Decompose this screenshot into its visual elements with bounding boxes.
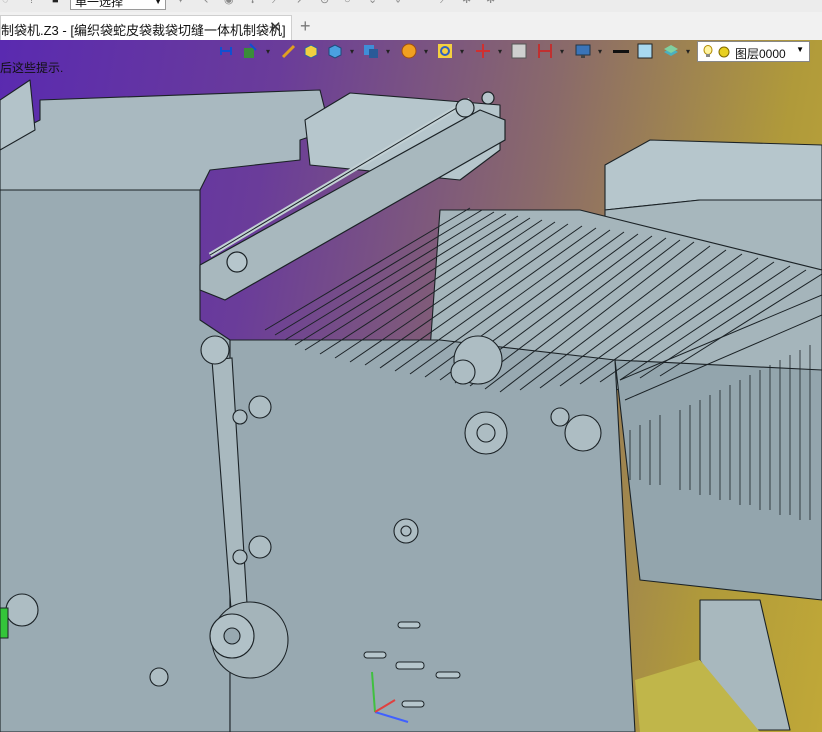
curve-icon[interactable]: ∿ bbox=[392, 0, 404, 6]
close-icon[interactable]: ✕ bbox=[269, 18, 282, 36]
document-tab[interactable]: 制袋机.Z3 - [编织袋蛇皮袋裁袋切缝一体机制袋机] ✕ bbox=[0, 15, 292, 40]
chevron-down-icon: ▾ bbox=[459, 47, 464, 56]
green-marker bbox=[0, 607, 9, 639]
right-lower-frame bbox=[614, 359, 822, 601]
3d-viewport[interactable]: 后这些提示. ▾ ▾ ▾ ▾ ▾ ▾ ▾ ▾ ▾ 图层0000 ▼ bbox=[0, 40, 822, 732]
snap-icon[interactable]: ✢ bbox=[248, 0, 260, 6]
settings-icon[interactable]: ✲ bbox=[462, 0, 474, 6]
new-tab-button[interactable]: + bbox=[300, 16, 311, 37]
left-back-panel bbox=[0, 89, 331, 191]
chevron-down-icon: ▾ bbox=[597, 47, 602, 56]
top-toolbar-strip: ◌ ! ■ 单一选择 ▼ ✦ ↖ ◉ ✢ ⟋ ↗ ⊙ ○ ⌄ ∿ ^ ⟋ ✲ ✲ bbox=[0, 0, 822, 12]
undo-icon[interactable]: ◌ bbox=[2, 0, 14, 6]
chevron-down-icon: ▾ bbox=[423, 47, 428, 56]
pointer-icon[interactable]: ▾ bbox=[242, 42, 270, 62]
frame-icon[interactable] bbox=[510, 42, 532, 62]
fill-color-icon[interactable] bbox=[636, 42, 658, 62]
chevron-down-icon: ▾ bbox=[349, 47, 354, 56]
gear-icon[interactable]: ✲ bbox=[486, 0, 498, 6]
selection-filter-value: 单一选择 bbox=[75, 0, 124, 9]
origin-icon[interactable] bbox=[218, 42, 240, 62]
selection-filter-dropdown[interactable]: 单一选择 ▼ bbox=[70, 0, 166, 10]
main-front-panel bbox=[229, 339, 636, 732]
play-icon[interactable]: ◉ bbox=[224, 0, 236, 6]
pick-icon[interactable]: ↖ bbox=[200, 0, 212, 6]
pen-icon[interactable] bbox=[280, 42, 302, 62]
up-icon[interactable]: ^ bbox=[416, 0, 428, 6]
chevron-down-icon: ▼ bbox=[154, 0, 162, 6]
chevron-down-icon: ▼ bbox=[796, 45, 804, 54]
line-style-icon[interactable] bbox=[612, 42, 634, 62]
shaded-box-icon[interactable] bbox=[302, 42, 324, 62]
left-side-frame bbox=[0, 189, 231, 732]
bulb-icon bbox=[703, 45, 713, 57]
cube-icon[interactable]: ▾ bbox=[326, 42, 354, 62]
down-icon[interactable]: ⌄ bbox=[368, 0, 380, 6]
layer-dropdown[interactable]: 图层0000 ▼ bbox=[697, 41, 810, 62]
views-icon[interactable]: ▾ bbox=[362, 42, 390, 62]
help-icon[interactable]: ! bbox=[30, 0, 42, 6]
layer-name: 图层0000 bbox=[735, 47, 786, 61]
chevron-down-icon: ▾ bbox=[685, 47, 690, 56]
chevron-down-icon: ▾ bbox=[265, 47, 270, 56]
display-icon[interactable]: ▾ bbox=[574, 42, 602, 62]
dimension-icon[interactable]: ▾ bbox=[536, 42, 564, 62]
viewport-hint: 后这些提示. bbox=[0, 61, 64, 75]
line-icon[interactable]: ⟋ bbox=[272, 0, 284, 6]
point-icon[interactable]: ○ bbox=[344, 0, 356, 6]
circle-snap-icon[interactable]: ⊙ bbox=[320, 0, 332, 6]
render-color-icon[interactable]: ▾ bbox=[400, 42, 428, 62]
arrow-icon[interactable]: ↗ bbox=[296, 0, 308, 6]
layer-stack-icon[interactable]: ▾ bbox=[662, 42, 690, 62]
stop-icon[interactable]: ■ bbox=[52, 0, 64, 6]
document-tab-bar: 制袋机.Z3 - [编织袋蛇皮袋裁袋切缝一体机制袋机] ✕ + bbox=[0, 12, 822, 41]
document-tab-title: 制袋机.Z3 - [编织袋蛇皮袋裁袋切缝一体机制袋机] bbox=[1, 23, 286, 38]
machine-model bbox=[0, 79, 822, 732]
chevron-down-icon: ▾ bbox=[497, 47, 502, 56]
axis-icon[interactable]: ▾ bbox=[474, 42, 502, 62]
filter-icon[interactable]: ✦ bbox=[176, 0, 188, 6]
slash-icon[interactable]: ⟋ bbox=[440, 0, 452, 6]
chevron-down-icon: ▾ bbox=[559, 47, 564, 56]
zoom-icon[interactable]: ▾ bbox=[436, 42, 464, 62]
layer-color-icon bbox=[718, 46, 730, 58]
chevron-down-icon: ▾ bbox=[385, 47, 390, 56]
